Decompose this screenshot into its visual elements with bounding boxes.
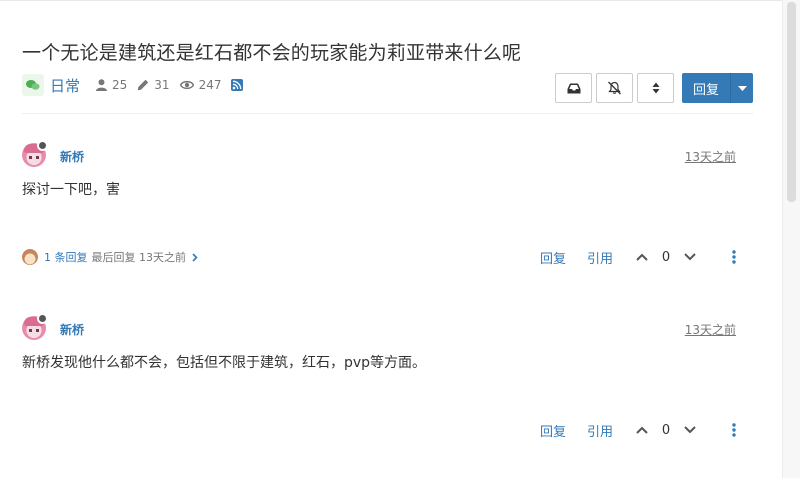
vote-count: 0 — [661, 249, 671, 265]
reply-options-button[interactable] — [730, 73, 753, 103]
post-reply-link[interactable]: 回复 — [540, 421, 566, 440]
posters-stat: 25 — [96, 78, 127, 92]
post-content: 探讨一下吧，害 — [22, 182, 120, 198]
reply-button[interactable]: 回复 — [682, 73, 730, 103]
topic-tools: 回复 — [551, 73, 753, 103]
post-timestamp[interactable]: 13天之前 — [685, 148, 736, 165]
post-menu-button[interactable] — [732, 250, 736, 264]
downvote-button[interactable] — [684, 253, 696, 261]
scrollbar-thumb[interactable] — [787, 2, 796, 202]
post-menu-button[interactable] — [732, 423, 736, 437]
post-header: 新桥 13天之前 — [22, 140, 753, 171]
sort-icon — [652, 82, 659, 94]
post-footer: 1 条回复 最后回复 13天之前 回复 引用 0 — [22, 247, 753, 267]
status-indicator — [37, 313, 48, 324]
pencil-icon — [138, 79, 149, 91]
replies-count[interactable]: 1 条回复 — [44, 249, 88, 265]
avatar[interactable] — [22, 140, 48, 167]
last-reply-time: 最后回复 13天之前 — [91, 251, 187, 264]
chevron-up-icon — [636, 253, 648, 261]
inbox-icon — [567, 83, 580, 93]
post-author[interactable]: 新桥 — [60, 321, 84, 338]
post-quote-link[interactable]: 引用 — [587, 248, 613, 267]
watch-toggle-button[interactable] — [596, 73, 633, 103]
posts-count: 31 — [154, 78, 170, 92]
sort-button[interactable] — [637, 73, 674, 103]
post-item: 新桥 13天之前 新桥发现他什么都不会，包括但不限于建筑，红石，pvp等方面。 … — [22, 313, 753, 440]
bell-slash-icon — [608, 81, 621, 95]
post-actions: 回复 引用 0 — [540, 420, 736, 440]
views-count: 247 — [198, 78, 222, 92]
reply-button-group: 回复 — [682, 73, 753, 103]
chevron-right-icon — [192, 252, 198, 262]
rss-icon[interactable] — [231, 79, 244, 91]
post-item: 新桥 13天之前 探讨一下吧，害 1 条回复 最后回复 13天之前 回复 引用 — [22, 140, 753, 267]
caret-down-icon — [737, 85, 747, 91]
post-reply-link[interactable]: 回复 — [540, 248, 566, 267]
views-stat: 247 — [179, 78, 222, 92]
post-quote-link[interactable]: 引用 — [587, 421, 613, 440]
post-header: 新桥 13天之前 — [22, 313, 753, 344]
inbox-button[interactable] — [555, 73, 592, 103]
chevron-down-icon — [684, 253, 696, 261]
posts-stat: 31 — [137, 78, 170, 92]
topic-title: 一个无论是建筑还是红石都不会的玩家能为莉亚带来什么呢 — [22, 42, 522, 64]
chat-bubbles-icon — [22, 74, 44, 96]
post-footer: 回复 引用 0 — [22, 420, 753, 440]
user-icon — [96, 79, 108, 91]
post-author[interactable]: 新桥 — [60, 148, 84, 165]
post-content: 新桥发现他什么都不会，包括但不限于建筑，红石，pvp等方面。 — [22, 355, 427, 371]
top-border — [0, 0, 782, 3]
vertical-dots-icon — [732, 250, 736, 264]
post-timestamp[interactable]: 13天之前 — [685, 321, 736, 338]
vote-count: 0 — [661, 422, 671, 438]
post-actions: 回复 引用 0 — [540, 247, 736, 267]
chevron-down-icon — [684, 426, 696, 434]
replies-preview[interactable]: 1 条回复 最后回复 13天之前 — [22, 249, 198, 265]
vertical-dots-icon — [732, 423, 736, 437]
reply-avatar — [22, 249, 38, 265]
downvote-button[interactable] — [684, 426, 696, 434]
chevron-up-icon — [636, 426, 648, 434]
eye-icon — [179, 80, 194, 90]
upvote-button[interactable] — [636, 426, 648, 434]
posters-count: 25 — [112, 78, 128, 92]
category-link[interactable]: 日常 — [50, 75, 80, 96]
status-indicator — [37, 140, 48, 151]
scrollbar[interactable] — [782, 0, 800, 478]
upvote-button[interactable] — [636, 253, 648, 261]
avatar[interactable] — [22, 313, 48, 340]
header-divider — [22, 113, 753, 114]
topic-meta: 日常 25 31 247 — [22, 74, 244, 96]
